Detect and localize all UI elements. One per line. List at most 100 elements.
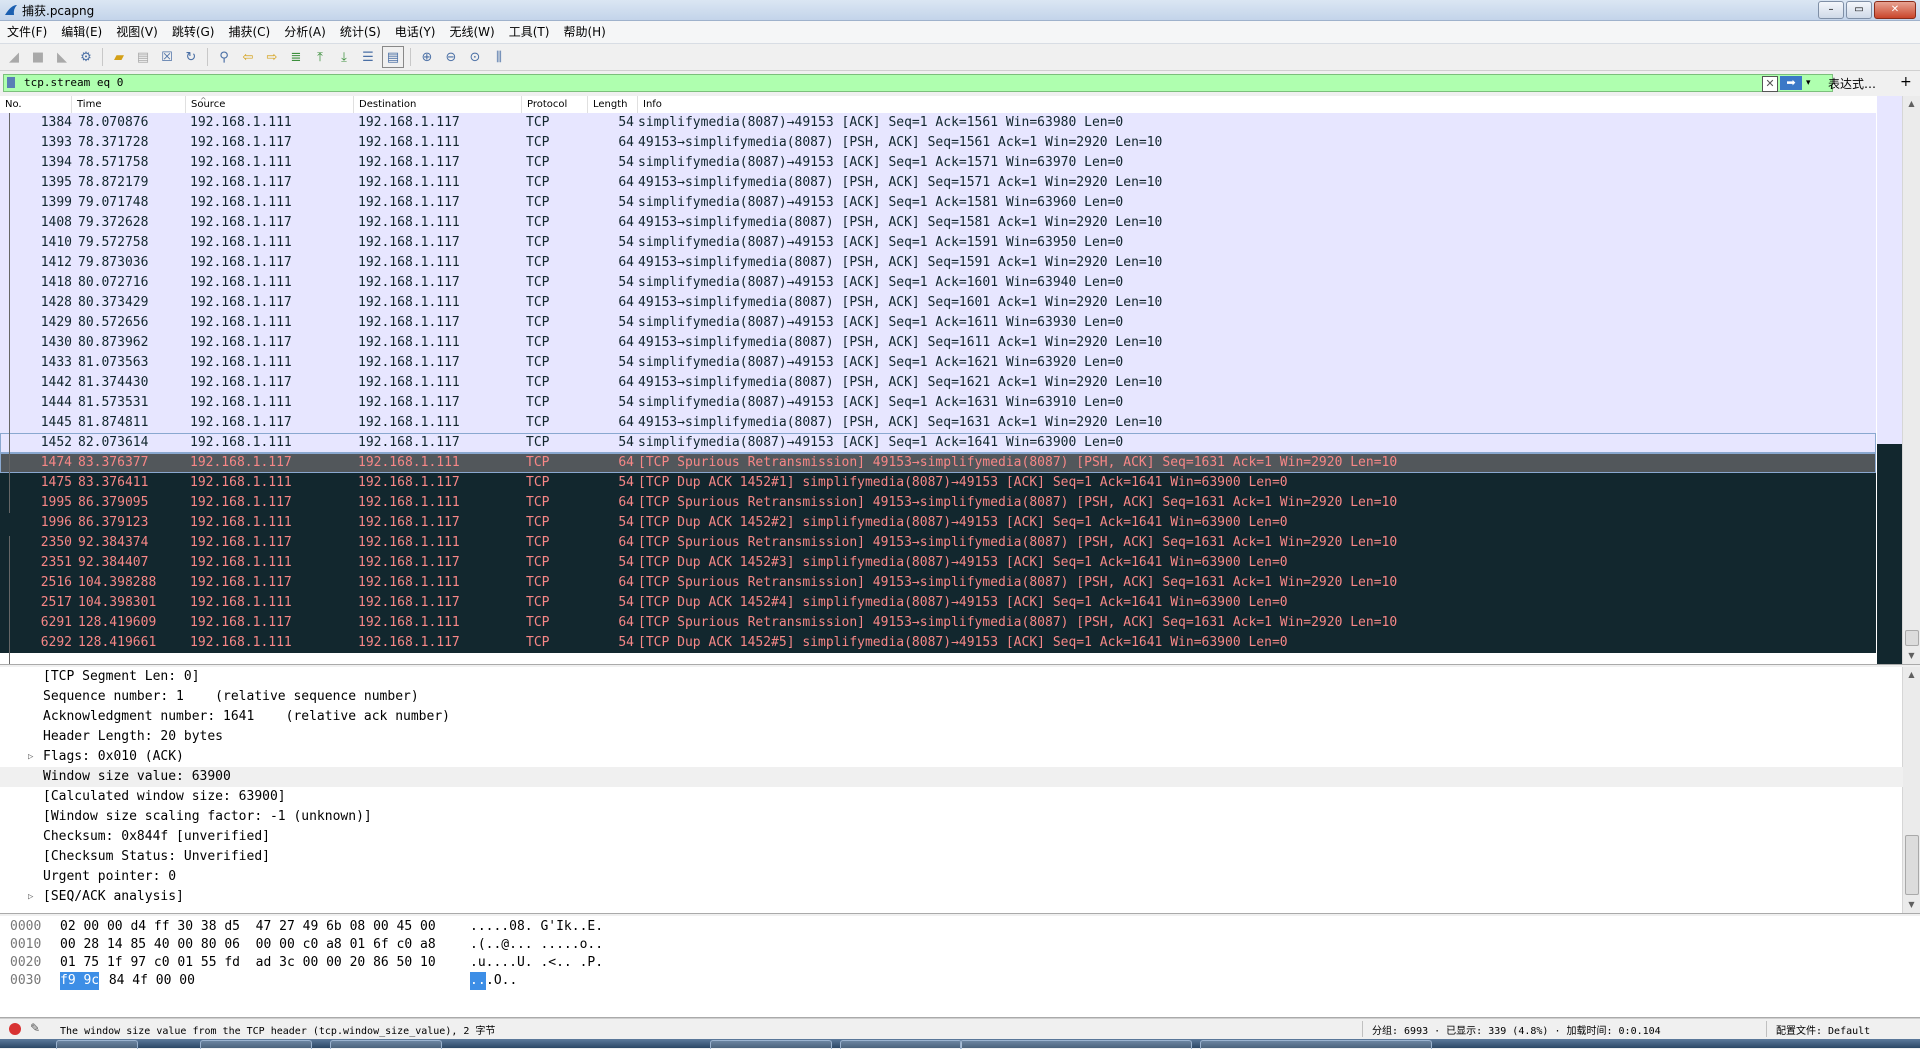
bytes-hex[interactable]: 02 00 00 d4 ff 30 38 d5 47 27 49 6b 08 0… <box>60 918 436 936</box>
column-header-destination[interactable]: Destination <box>354 96 522 113</box>
restart-fin-icon[interactable]: ◣ <box>52 47 72 67</box>
packet-row[interactable]: 1429 80.572656 192.168.1.111 192.168.1.117 T… <box>0 313 1876 333</box>
go-to-packet-icon[interactable]: ≣ <box>286 47 306 67</box>
packet-row[interactable]: 6292 128.419661 192.168.1.111 192.168.1.117… <box>0 633 1876 653</box>
filter-history-chevron-down-icon[interactable]: ▾ <box>1806 76 1816 90</box>
packet-row[interactable]: 1418 80.072716 192.168.1.111 192.168.1.117 T… <box>0 273 1876 293</box>
scroll-up-arrow-icon[interactable]: ▲ <box>1903 667 1920 683</box>
bytes-ascii[interactable]: .(..@... .....o.. <box>470 936 603 954</box>
expand-triangle-icon[interactable]: ▷ <box>28 747 33 767</box>
find-magnifier-icon[interactable]: ⚲ <box>214 47 234 67</box>
menu-go[interactable]: 跳转(G) <box>165 21 222 43</box>
go-back-arrow-icon[interactable]: ⇦ <box>238 47 258 67</box>
bytes-hex[interactable]: 00 28 14 85 40 00 80 06 00 00 c0 a8 01 6… <box>60 936 436 954</box>
detail-row[interactable]: Acknowledgment number: 1641 (relative ac… <box>0 707 1903 727</box>
menu-analyze[interactable]: 分析(A) <box>277 21 333 43</box>
autoscroll-icon[interactable]: ☰ <box>358 47 378 67</box>
packet-row[interactable]: 1410 79.572758 192.168.1.111 192.168.1.117 T… <box>0 233 1876 253</box>
menu-edit[interactable]: 编辑(E) <box>54 21 109 43</box>
detail-row[interactable]: [Calculated window size: 63900] <box>0 787 1903 807</box>
go-forward-arrow-icon[interactable]: ⇨ <box>262 47 282 67</box>
packet-row[interactable]: 1995 86.379095 192.168.1.117 192.168.1.111 T… <box>0 493 1876 513</box>
display-filter-input[interactable]: tcp.stream eq 0 <box>3 74 1833 92</box>
bytes-hex[interactable]: 01 75 1f 97 c0 01 55 fd ad 3c 00 00 20 8… <box>60 954 436 972</box>
menu-file[interactable]: 文件(F) <box>0 21 54 43</box>
zoom-in-icon[interactable]: ⊕ <box>417 47 437 67</box>
detail-row[interactable]: [TCP Segment Len: 0] <box>0 667 1903 687</box>
bytes-ascii[interactable]: .O.. <box>486 972 517 990</box>
packet-row[interactable]: 2351 92.384407 192.168.1.111 192.168.1.117 T… <box>0 553 1876 573</box>
close-file-icon[interactable]: ☒ <box>157 47 177 67</box>
packet-list-scrollbar[interactable]: ▲ ▼ <box>1902 96 1920 664</box>
packet-row[interactable]: 1444 81.573531 192.168.1.111 192.168.1.117 T… <box>0 393 1876 413</box>
packet-row[interactable]: 1445 81.874811 192.168.1.117 192.168.1.111 T… <box>0 413 1876 433</box>
stop-square-icon[interactable]: ■ <box>28 47 48 67</box>
menu-telephony[interactable]: 电话(Y) <box>388 21 443 43</box>
colorize-icon[interactable]: ▤ <box>382 46 404 68</box>
packet-row[interactable]: 6291 128.419609 192.168.1.117 192.168.1.111… <box>0 613 1876 633</box>
menu-wireless[interactable]: 无线(W) <box>443 21 502 43</box>
packet-row[interactable]: 1475 83.376411 192.168.1.111 192.168.1.117 T… <box>0 473 1876 493</box>
packet-minimap[interactable] <box>1877 96 1902 664</box>
go-last-icon[interactable]: ⤓ <box>334 47 354 67</box>
scrollbar-thumb[interactable] <box>1905 630 1919 646</box>
packet-row[interactable]: 2516 104.398288 192.168.1.117 192.168.1.111… <box>0 573 1876 593</box>
maximize-button[interactable]: ▭ <box>1846 1 1872 19</box>
column-header-protocol[interactable]: Protocol <box>522 96 588 113</box>
reload-icon[interactable]: ↻ <box>181 47 201 67</box>
bytes-hex-selected[interactable]: f9 9c <box>60 972 100 990</box>
packet-row[interactable]: 1433 81.073563 192.168.1.111 192.168.1.117 T… <box>0 353 1876 373</box>
packet-row[interactable]: 2517 104.398301 192.168.1.111 192.168.1.117… <box>0 593 1876 613</box>
column-header-length[interactable]: Length <box>588 96 638 113</box>
detail-row[interactable]: [Checksum Status: Unverified] <box>0 847 1903 867</box>
detail-row[interactable]: Urgent pointer: 0 <box>0 867 1903 887</box>
shark-fin-start-icon[interactable]: ◢ <box>4 47 24 67</box>
detail-row[interactable]: ▷ Flags: 0x010 (ACK) <box>0 747 1903 767</box>
scrollbar-thumb[interactable] <box>1905 835 1919 895</box>
packet-row[interactable]: 1384 78.070876 192.168.1.111 192.168.1.117 T… <box>0 113 1876 133</box>
detail-row[interactable]: Window size value: 63900 <box>0 767 1903 787</box>
close-button[interactable]: ✕ <box>1874 1 1916 19</box>
column-header-no[interactable]: No. <box>0 96 72 113</box>
add-filter-button[interactable]: + <box>1900 74 1912 90</box>
resize-columns-icon[interactable]: ⫼ <box>489 47 509 67</box>
scroll-down-arrow-icon[interactable]: ▼ <box>1903 648 1920 664</box>
packet-row[interactable]: 1395 78.872179 192.168.1.117 192.168.1.111 T… <box>0 173 1876 193</box>
detail-row[interactable]: [Window size scaling factor: -1 (unknown… <box>0 807 1903 827</box>
save-file-icon[interactable]: ▤ <box>133 47 153 67</box>
detail-row[interactable]: ▷ [SEQ/ACK analysis] <box>0 887 1903 907</box>
detail-row[interactable]: Header Length: 20 bytes <box>0 727 1903 747</box>
bookmark-icon[interactable] <box>7 77 15 88</box>
packet-row[interactable]: 1428 80.373429 192.168.1.117 192.168.1.111 T… <box>0 293 1876 313</box>
menu-help[interactable]: 帮助(H) <box>556 21 612 43</box>
capture-options-gear-icon[interactable]: ⚙ <box>76 47 96 67</box>
zoom-reset-icon[interactable]: ⊙ <box>465 47 485 67</box>
detail-row[interactable]: Sequence number: 1 (relative sequence nu… <box>0 687 1903 707</box>
bytes-ascii[interactable]: .u....U. .<.. .P. <box>470 954 603 972</box>
packet-row[interactable]: 2350 92.384374 192.168.1.117 192.168.1.111 T… <box>0 533 1876 553</box>
packet-row[interactable]: 1442 81.374430 192.168.1.117 192.168.1.111 T… <box>0 373 1876 393</box>
detail-row[interactable]: Checksum: 0x844f [unverified] <box>0 827 1903 847</box>
column-header-info[interactable]: Info <box>638 96 1876 113</box>
packet-row[interactable]: 1996 86.379123 192.168.1.111 192.168.1.117 T… <box>0 513 1876 533</box>
packet-row[interactable]: 1412 79.873036 192.168.1.117 192.168.1.111 T… <box>0 253 1876 273</box>
packet-row[interactable]: 1393 78.371728 192.168.1.117 192.168.1.111 T… <box>0 133 1876 153</box>
go-first-icon[interactable]: ⤒ <box>310 47 330 67</box>
bytes-ascii[interactable]: .....08. G'Ik..E. <box>470 918 603 936</box>
details-scrollbar[interactable]: ▲ ▼ <box>1902 667 1920 913</box>
menu-view[interactable]: 视图(V) <box>109 21 165 43</box>
packet-row[interactable]: 1399 79.071748 192.168.1.111 192.168.1.117 T… <box>0 193 1876 213</box>
packet-row[interactable]: 1394 78.571758 192.168.1.111 192.168.1.117 T… <box>0 153 1876 173</box>
capture-comment-icon[interactable]: ✎ <box>30 1021 40 1035</box>
column-header-source[interactable]: Source <box>186 96 354 113</box>
minimize-button[interactable]: – <box>1818 1 1844 19</box>
status-profile[interactable]: 配置文件: Default <box>1776 1022 1870 1037</box>
column-header-time[interactable]: Time ^ <box>72 96 207 113</box>
menu-tools[interactable]: 工具(T) <box>502 21 557 43</box>
clear-filter-icon[interactable]: ✕ <box>1762 76 1778 92</box>
menu-capture[interactable]: 捕获(C) <box>221 21 277 43</box>
zoom-out-icon[interactable]: ⊖ <box>441 47 461 67</box>
packet-row[interactable]: 1408 79.372628 192.168.1.117 192.168.1.111 T… <box>0 213 1876 233</box>
packet-row[interactable]: 1430 80.873962 192.168.1.117 192.168.1.111 T… <box>0 333 1876 353</box>
bytes-ascii-selected[interactable]: .. <box>470 972 486 990</box>
